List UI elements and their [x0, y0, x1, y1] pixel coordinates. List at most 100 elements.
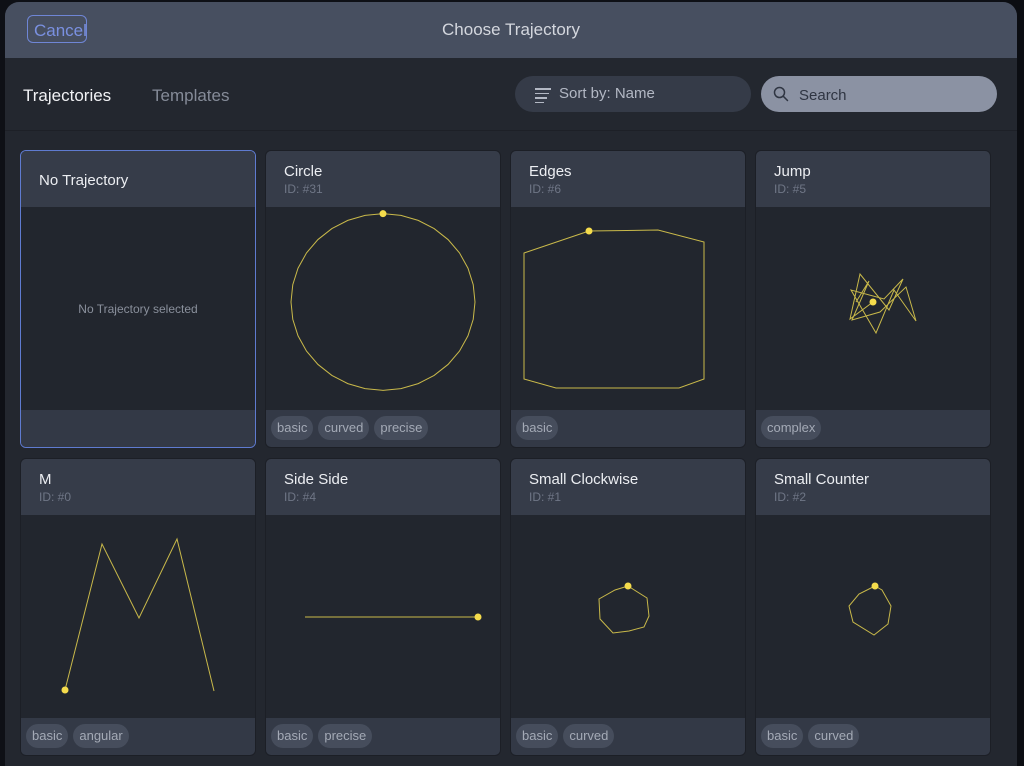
trajectory-path [64, 537, 215, 692]
card-footer: basic curved [511, 718, 745, 755]
tag-chip: curved [318, 416, 370, 440]
tag-list: basic curved [761, 724, 860, 748]
trajectory-card[interactable]: Edges ID: #6 basic [510, 150, 746, 448]
card-footer: complex [756, 410, 990, 447]
trajectory-card[interactable]: Side Side ID: #4 basic precise [265, 458, 501, 756]
trajectory-path [523, 229, 705, 389]
tag-list: complex [761, 416, 822, 440]
trajectory-path-svg [61, 537, 215, 694]
card-footer: basic angular [21, 718, 255, 755]
tag-chip: precise [318, 724, 373, 748]
card-header: Small Counter ID: #2 [756, 459, 990, 515]
tag-list: basic curved [516, 724, 615, 748]
card-header: M ID: #0 [21, 459, 255, 515]
trajectory-grid: No Trajectory No Trajectory selected Circl… [20, 150, 991, 756]
trajectory-start-point [474, 613, 482, 621]
card-header: Small Clockwise ID: #1 [511, 459, 745, 515]
card-header: Edges ID: #6 [511, 151, 745, 207]
tag-chip: curved [563, 724, 615, 748]
trajectory-preview: No Trajectory selected [21, 207, 255, 411]
card-header: Jump ID: #5 [756, 151, 990, 207]
trajectory-preview [21, 515, 255, 719]
sort-label: Sort by: Name [559, 85, 655, 102]
trajectory-preview [266, 207, 500, 411]
card-title: Jump [774, 163, 811, 180]
trajectory-path [849, 272, 917, 335]
tag-chip: basic [761, 724, 804, 748]
empty-message: No Trajectory selected [78, 302, 198, 316]
trajectory-start-point [871, 582, 879, 590]
search-icon [773, 86, 789, 102]
card-title: Circle [284, 163, 323, 180]
tag-chip: basic [26, 724, 69, 748]
trajectory-start-point [585, 227, 593, 235]
card-id: ID: #31 [284, 182, 323, 196]
trajectory-card[interactable]: No Trajectory No Trajectory selected [20, 150, 256, 448]
trajectory-path-svg [305, 613, 482, 621]
trajectory-start-point [61, 686, 69, 694]
card-id: ID: #0 [39, 490, 72, 504]
tag-list: basic [516, 416, 559, 440]
tag-chip: curved [808, 724, 860, 748]
tag-chip: precise [374, 416, 429, 440]
tab-trajectories[interactable]: Trajectories [23, 86, 111, 106]
tag-list: basic curved precise [271, 416, 429, 440]
card-id: ID: #2 [774, 490, 807, 504]
card-title: Edges [529, 163, 572, 180]
tag-list: basic precise [271, 724, 373, 748]
card-footer: basic [511, 410, 745, 447]
card-title: Side Side [284, 471, 349, 488]
card-footer [21, 410, 255, 447]
tag-chip: basic [271, 724, 314, 748]
search-input[interactable] [797, 76, 991, 114]
trajectory-path-svg [849, 272, 917, 335]
card-id: ID: #1 [529, 490, 562, 504]
card-footer: basic precise [266, 718, 500, 755]
tab-templates[interactable]: Templates [152, 86, 229, 106]
trajectory-card[interactable]: M ID: #0 basic angular [20, 458, 256, 756]
card-title: M [39, 471, 52, 488]
card-footer: basic curved [756, 718, 990, 755]
trajectory-preview [756, 207, 990, 411]
trajectory-preview [511, 207, 745, 411]
tag-chip: angular [73, 724, 129, 748]
trajectory-path-svg [523, 227, 705, 389]
tag-chip: complex [761, 416, 822, 440]
card-title: No Trajectory [39, 172, 129, 189]
trajectory-preview [756, 515, 990, 719]
trajectory-path-svg [290, 210, 476, 391]
sort-button[interactable]: Sort by: Name [515, 76, 751, 112]
modal-header: Cancel Choose Trajectory [5, 2, 1017, 58]
trajectory-path [598, 585, 650, 634]
search-field[interactable] [761, 76, 997, 114]
tag-chip: basic [271, 416, 314, 440]
trajectory-path-svg [848, 582, 892, 636]
card-header: Circle ID: #31 [266, 151, 500, 207]
trajectory-start-point [869, 298, 877, 306]
card-header: Side Side ID: #4 [266, 459, 500, 515]
trajectory-start-point [379, 210, 387, 218]
trajectory-start-point [624, 582, 632, 590]
trajectory-preview [511, 515, 745, 719]
tag-chip: basic [516, 724, 559, 748]
trajectory-card[interactable]: Circle ID: #31 basic curved precise [265, 150, 501, 448]
card-footer: basic curved precise [266, 410, 500, 447]
tag-list: basic angular [26, 724, 129, 748]
trajectory-preview [266, 515, 500, 719]
trajectory-path-svg [598, 582, 650, 634]
trajectory-card[interactable]: Small Counter ID: #2 basic curved [755, 458, 991, 756]
card-id: ID: #6 [529, 182, 562, 196]
modal-title: Choose Trajectory [442, 20, 580, 39]
sort-lines-icon [535, 88, 551, 106]
tag-chip: basic [516, 416, 559, 440]
trajectory-path [290, 213, 476, 391]
toolbar: Trajectories Templates Sort by: Name [5, 58, 1017, 131]
card-id: ID: #5 [774, 182, 807, 196]
trajectory-card[interactable]: Small Clockwise ID: #1 basic curved [510, 458, 746, 756]
trajectory-path [848, 585, 892, 636]
card-title: Small Counter [774, 471, 870, 488]
card-title: Small Clockwise [529, 471, 639, 488]
trajectory-card[interactable]: Jump ID: #5 complex [755, 150, 991, 448]
card-header: No Trajectory [21, 151, 255, 207]
card-id: ID: #4 [284, 490, 317, 504]
